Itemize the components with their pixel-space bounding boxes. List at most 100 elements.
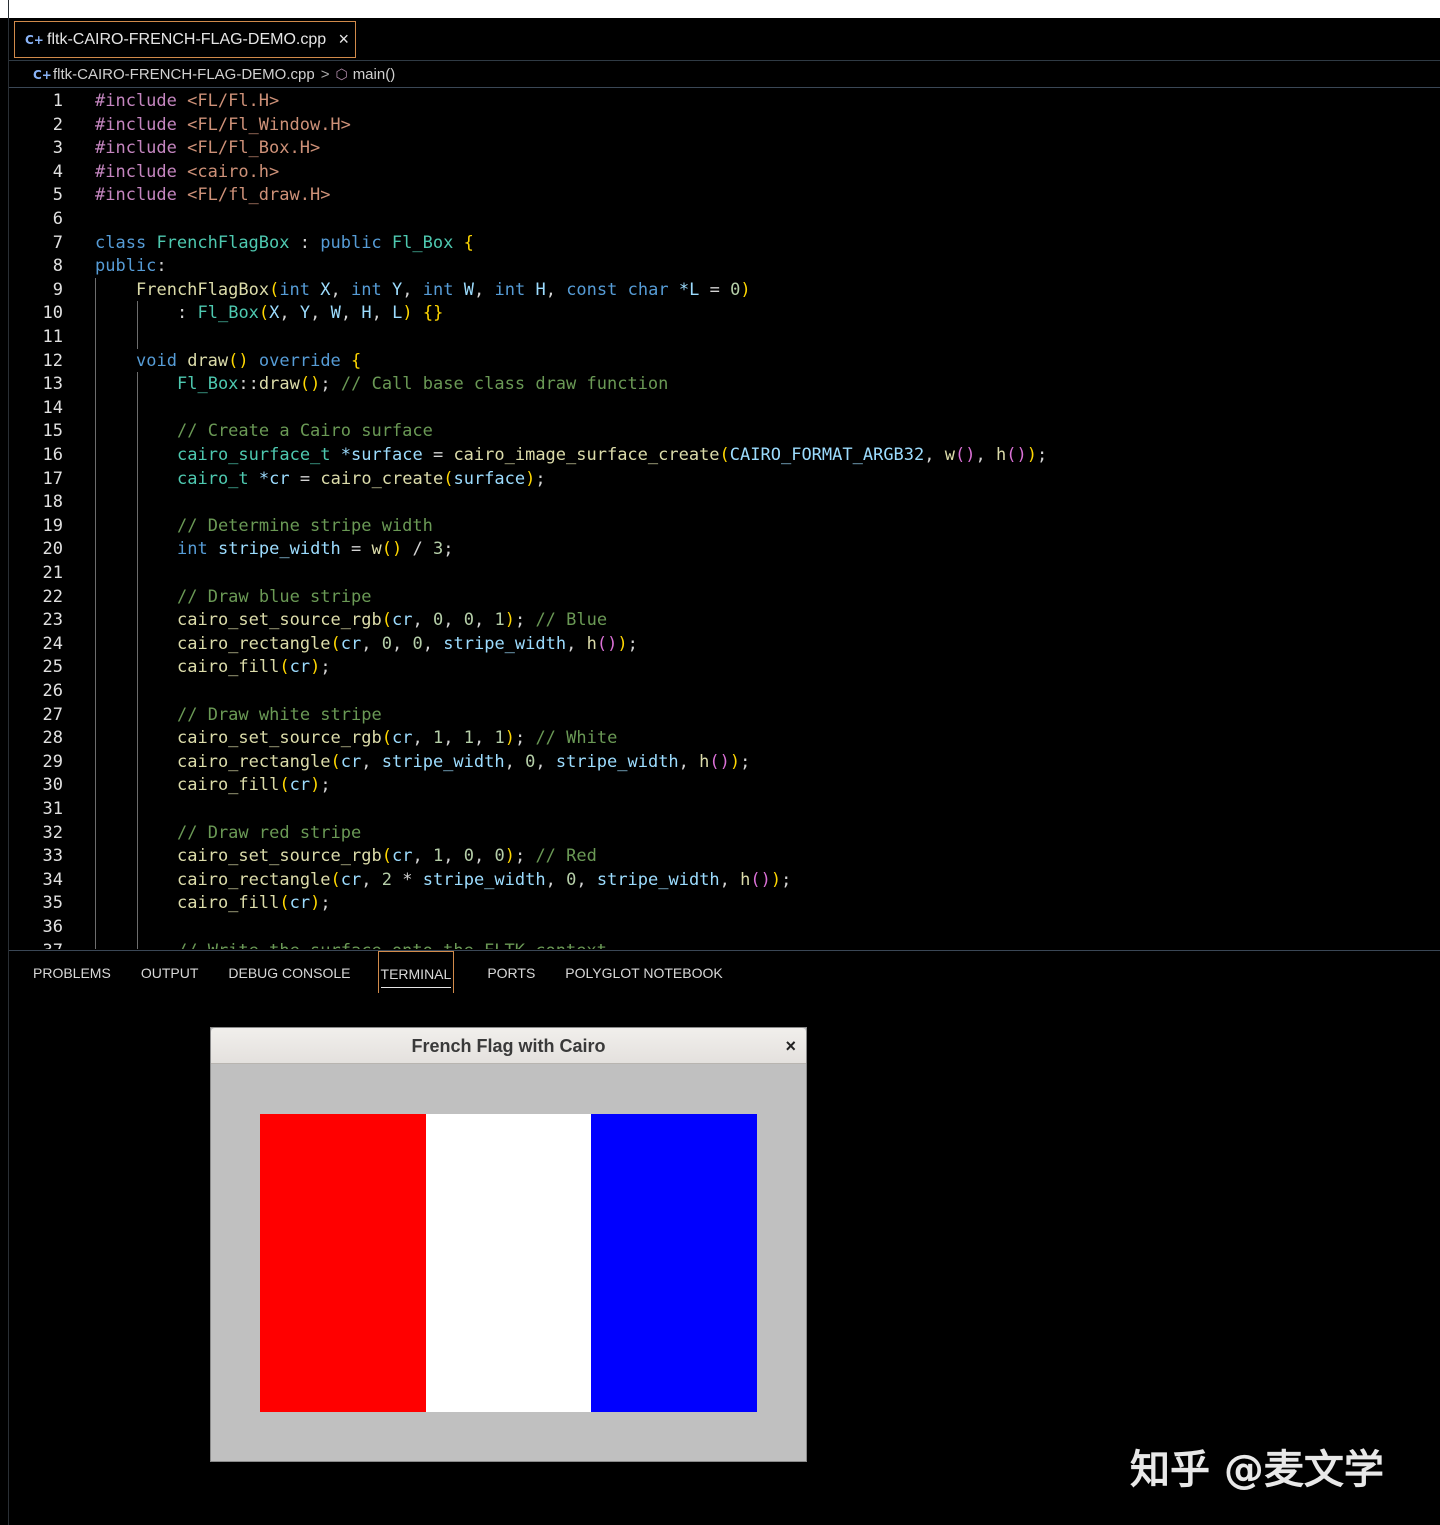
flag-stripe-white	[425, 1114, 592, 1412]
code-line[interactable]: 24 cairo_rectangle(cr, 0, 0, stripe_widt…	[9, 632, 1440, 656]
panel-tab-problems[interactable]: PROBLEMS	[33, 951, 111, 993]
code-line[interactable]: 23 cairo_set_source_rgb(cr, 0, 0, 1); //…	[9, 608, 1440, 632]
fltk-app-window[interactable]: French Flag with Cairo ×	[210, 1027, 807, 1462]
panel-tab-polyglot-notebook[interactable]: POLYGLOT NOTEBOOK	[565, 951, 722, 993]
code-line[interactable]: 26	[9, 679, 1440, 703]
code-line[interactable]: 32 // Draw red stripe	[9, 821, 1440, 845]
code-line[interactable]: 29 cairo_rectangle(cr, stripe_width, 0, …	[9, 750, 1440, 774]
editor-tab-bar: C+ fltk-CAIRO-FRENCH-FLAG-DEMO.cpp ×	[9, 18, 1440, 61]
line-number: 27	[42, 704, 63, 725]
code-text: cairo_surface_t *surface = cairo_image_s…	[177, 445, 1048, 465]
code-line[interactable]: 8 public:	[9, 254, 1440, 278]
breadcrumb-symbol[interactable]: main()	[353, 66, 396, 83]
line-number: 21	[42, 563, 63, 583]
close-icon[interactable]: ×	[785, 1028, 796, 1064]
code-line[interactable]: 27 // Draw white stripe	[9, 703, 1440, 727]
code-line[interactable]: 34 cairo_rectangle(cr, 2 * stripe_width,…	[9, 868, 1440, 892]
code-line[interactable]: 7 class FrenchFlagBox : public Fl_Box {	[9, 231, 1440, 255]
code-text: cairo_set_source_rgb(cr, 1, 1, 1); // Wh…	[177, 728, 618, 749]
line-number: 9	[52, 279, 63, 300]
code-line[interactable]: 19 // Determine stripe width	[9, 514, 1440, 538]
panel-tab-terminal[interactable]: TERMINAL	[377, 951, 455, 993]
code-line[interactable]: 10 : Fl_Box(X, Y, W, H, L) {}	[9, 301, 1440, 325]
code-line[interactable]: 16 cairo_surface_t *surface = cairo_imag…	[9, 443, 1440, 467]
line-number: 12	[42, 350, 63, 371]
code-text: cairo_rectangle(cr, 0, 0, stripe_width, …	[177, 633, 638, 654]
line-number: 8	[52, 256, 63, 277]
line-number: 29	[42, 751, 63, 772]
tab-title: fltk-CAIRO-FRENCH-FLAG-DEMO.cpp	[47, 30, 327, 48]
line-number: 10	[42, 303, 63, 324]
code-line[interactable]: 6	[9, 207, 1440, 231]
line-number: 33	[42, 846, 63, 867]
cpp-file-icon: C+	[33, 67, 52, 82]
code-line[interactable]: 33 cairo_set_source_rgb(cr, 1, 0, 0); //…	[9, 844, 1440, 868]
panel-tab-output[interactable]: OUTPUT	[141, 951, 199, 993]
code-line[interactable]: 25 cairo_fill(cr);	[9, 655, 1440, 679]
code-text: Fl_Box::draw(); // Call base class draw …	[177, 374, 669, 395]
code-line[interactable]: 30 cairo_fill(cr);	[9, 773, 1440, 797]
code-line[interactable]: 22 // Draw blue stripe	[9, 585, 1440, 609]
code-line[interactable]: 11	[9, 325, 1440, 349]
line-number: 13	[42, 374, 63, 395]
code-line[interactable]: 31	[9, 797, 1440, 821]
line-number: 37	[9, 939, 63, 949]
code-text: #include <cairo.h>	[95, 161, 280, 182]
code-line[interactable]: 35 cairo_fill(cr);	[9, 891, 1440, 915]
code-line[interactable]: 12 void draw() override {	[9, 349, 1440, 373]
code-text: #include <FL/Fl_Box.H>	[95, 138, 321, 159]
line-number: 5	[52, 185, 63, 206]
code-line[interactable]: 15 // Create a Cairo surface	[9, 419, 1440, 443]
code-text: // Create a Cairo surface	[177, 421, 433, 442]
code-text: FrenchFlagBox(int X, int Y, int W, int H…	[136, 279, 751, 300]
code-line[interactable]: 28 cairo_set_source_rgb(cr, 1, 1, 1); //…	[9, 726, 1440, 750]
line-number: 19	[42, 515, 63, 536]
close-icon[interactable]: ×	[338, 29, 349, 49]
code-text: int stripe_width = w() / 3;	[177, 539, 454, 560]
code-line[interactable]: 21	[9, 561, 1440, 585]
line-number: 1	[52, 91, 63, 111]
line-number: 16	[42, 445, 63, 465]
code-line[interactable]: 14	[9, 396, 1440, 420]
code-line[interactable]: 5 #include <FL/fl_draw.H>	[9, 183, 1440, 207]
code-line[interactable]: 9 FrenchFlagBox(int X, int Y, int W, int…	[9, 278, 1440, 302]
line-number: 4	[52, 161, 63, 182]
code-line[interactable]: 37 // Write the surface onto the FLTK co…	[9, 939, 1440, 949]
flag-stripe-blue	[591, 1114, 757, 1412]
breadcrumb: C+ fltk-CAIRO-FRENCH-FLAG-DEMO.cpp > ⬡ m…	[9, 62, 1440, 88]
code-line[interactable]: 4 #include <cairo.h>	[9, 160, 1440, 184]
line-number: 28	[42, 728, 63, 749]
line-number: 18	[42, 492, 63, 513]
line-number: 24	[42, 633, 63, 654]
line-number: 17	[42, 468, 63, 489]
breadcrumb-file[interactable]: fltk-CAIRO-FRENCH-FLAG-DEMO.cpp	[53, 66, 315, 83]
line-number: 20	[42, 539, 63, 560]
line-number: 32	[42, 822, 63, 843]
line-number: 26	[42, 681, 63, 701]
code-text: cairo_fill(cr);	[177, 657, 331, 678]
window-title: French Flag with Cairo ×	[211, 1028, 806, 1064]
line-number: 3	[52, 138, 63, 159]
code-editor[interactable]: 1 #include <FL/Fl.H> 2 #include <FL/Fl_Wind…	[9, 89, 1440, 949]
code-line[interactable]: 13 Fl_Box::draw(); // Call base class dr…	[9, 372, 1440, 396]
code-line[interactable]: 1 #include <FL/Fl.H>	[9, 89, 1440, 113]
line-number: 7	[52, 232, 63, 253]
panel-tab-debug-console[interactable]: DEBUG CONSOLE	[228, 951, 350, 993]
code-line[interactable]: 18	[9, 490, 1440, 514]
editor-tab-active[interactable]: C+ fltk-CAIRO-FRENCH-FLAG-DEMO.cpp ×	[14, 21, 356, 58]
code-text: // Draw white stripe	[177, 704, 382, 725]
code-line[interactable]: 2 #include <FL/Fl_Window.H>	[9, 113, 1440, 137]
code-line[interactable]: 20 int stripe_width = w() / 3;	[9, 537, 1440, 561]
code-line[interactable]: 36	[9, 915, 1440, 939]
code-text: cairo_fill(cr);	[177, 893, 331, 914]
indent-guide	[136, 372, 138, 949]
flag-stripe-red	[260, 1114, 426, 1412]
code-text: // Write the surface onto the FLTK conte…	[95, 939, 607, 949]
line-number: 15	[42, 421, 63, 442]
code-line[interactable]: 3 #include <FL/Fl_Box.H>	[9, 136, 1440, 160]
code-text: public:	[95, 256, 167, 277]
code-text: class FrenchFlagBox : public Fl_Box {	[95, 232, 474, 253]
code-line[interactable]: 17 cairo_t *cr = cairo_create(surface);	[9, 467, 1440, 491]
panel-tab-ports[interactable]: PORTS	[487, 951, 535, 993]
line-number: 31	[42, 799, 63, 819]
